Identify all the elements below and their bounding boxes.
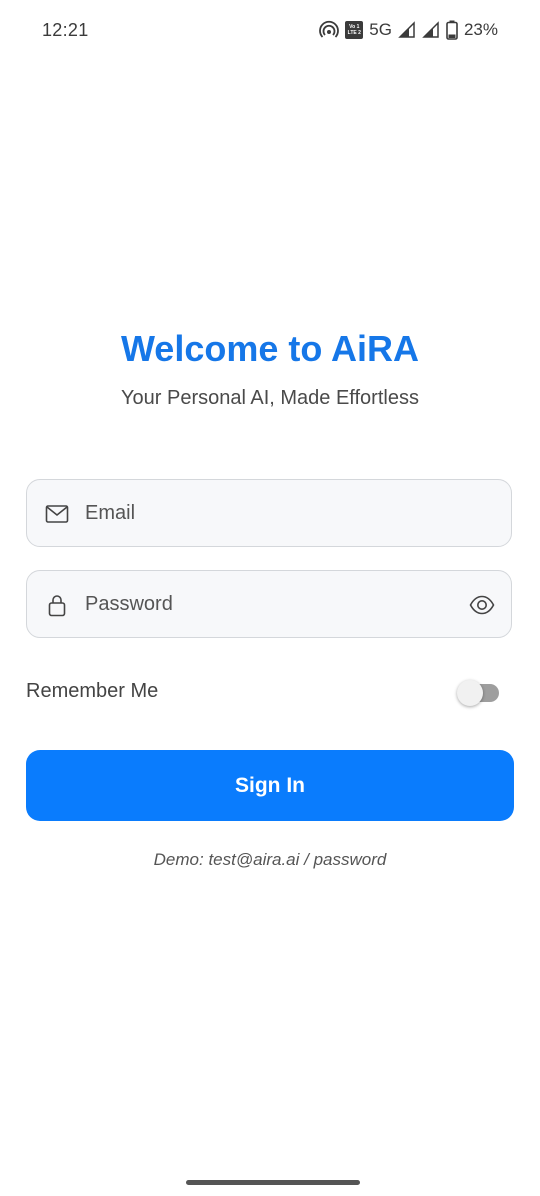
- status-time: 12:21: [42, 20, 89, 40]
- battery-icon: [446, 20, 458, 40]
- hotspot-icon: [319, 20, 340, 40]
- email-input[interactable]: [85, 480, 465, 546]
- home-indicator[interactable]: [186, 1180, 360, 1185]
- status-bar: 12:21 Vo 1 LTE 2 5G 23%: [0, 0, 540, 62]
- signal-icon-1: [398, 21, 416, 39]
- password-input[interactable]: [85, 571, 465, 637]
- volte-bottom-label: LTE 2: [347, 30, 361, 36]
- battery-percent: 23%: [463, 20, 498, 39]
- remember-me-toggle[interactable]: [457, 680, 499, 706]
- lock-icon: [45, 593, 69, 617]
- status-icons: Vo 1 LTE 2 5G 23%: [319, 20, 498, 40]
- network-type: 5G: [369, 20, 392, 39]
- eye-icon[interactable]: [469, 592, 495, 618]
- page-subtitle: Your Personal AI, Made Effortless: [121, 387, 419, 409]
- signal-icon-2: [422, 21, 440, 39]
- page-title: Welcome to AiRA: [120, 328, 420, 369]
- toggle-thumb: [457, 680, 483, 706]
- remember-me-label: Remember Me: [26, 680, 159, 702]
- sign-in-button[interactable]: Sign In: [26, 750, 514, 821]
- volte-icon: Vo 1 LTE 2: [345, 21, 364, 39]
- demo-credentials-text: Demo: test@aira.ai / password: [153, 850, 387, 869]
- password-field[interactable]: [26, 570, 512, 638]
- email-field[interactable]: [26, 479, 512, 547]
- mail-icon: [45, 502, 69, 526]
